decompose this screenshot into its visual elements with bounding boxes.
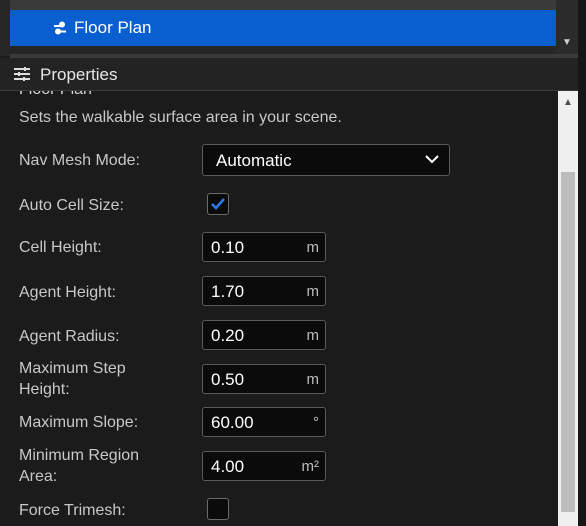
- chevron-down-icon: [425, 155, 439, 164]
- cell-height-input[interactable]: 0.10 m: [202, 232, 326, 262]
- agent-radius-input[interactable]: 0.20 m: [202, 320, 326, 350]
- properties-scrollbar[interactable]: ▲: [558, 91, 578, 526]
- force-trimesh-checkbox[interactable]: [207, 498, 229, 520]
- properties-title: Properties: [40, 65, 118, 84]
- checkmark-icon: [211, 198, 225, 210]
- outliner-scrollbar[interactable]: ▼: [556, 0, 578, 56]
- floor-plan-icon: [54, 21, 66, 35]
- agent-height-unit: m: [306, 283, 320, 300]
- cell-height-value: 0.10: [211, 238, 245, 257]
- min-region-area-label: Minimum Region Area:: [19, 445, 139, 487]
- agent-height-label: Agent Height:: [19, 284, 116, 301]
- cell-height-unit: m: [306, 239, 320, 256]
- scrollbar-thumb[interactable]: [561, 172, 575, 512]
- outliner-item-floor-plan[interactable]: Floor Plan: [10, 10, 556, 46]
- agent-height-input[interactable]: 1.70 m: [202, 276, 326, 306]
- max-slope-value: 60.00: [211, 413, 254, 432]
- max-slope-label: Maximum Slope:: [19, 414, 139, 431]
- max-step-height-value: 0.50: [211, 370, 245, 389]
- max-slope-input[interactable]: 60.00 °: [202, 407, 326, 437]
- cell-height-label: Cell Height:: [19, 239, 102, 256]
- max-step-height-label-line1: Maximum Step: [19, 360, 126, 377]
- agent-radius-unit: m: [306, 327, 320, 344]
- auto-cell-size-label: Auto Cell Size:: [19, 197, 124, 214]
- agent-radius-value: 0.20: [211, 326, 245, 345]
- scroll-up-arrow-icon[interactable]: ▲: [563, 97, 573, 108]
- auto-cell-size-checkbox[interactable]: [207, 193, 229, 215]
- section-title: Floor Plan: [19, 91, 92, 99]
- nav-mesh-mode-label: Nav Mesh Mode:: [19, 152, 140, 169]
- max-step-height-label: Maximum Step Height:: [19, 358, 126, 400]
- max-step-height-unit: m: [306, 371, 320, 388]
- nav-mesh-mode-value: Automatic: [216, 151, 292, 170]
- max-step-height-label-line2: Height:: [19, 381, 70, 398]
- min-region-area-input[interactable]: 4.00 m²: [202, 451, 326, 481]
- properties-header: Properties: [0, 58, 586, 91]
- outliner-panel: Floor Plan ▼: [0, 0, 586, 56]
- section-description: Sets the walkable surface area in your s…: [19, 109, 342, 126]
- outliner-item-label: Floor Plan: [74, 18, 152, 37]
- sliders-icon: [14, 67, 30, 81]
- min-region-area-value: 4.00: [211, 457, 245, 476]
- min-region-area-label-line2: Area:: [19, 468, 58, 485]
- agent-radius-label: Agent Radius:: [19, 328, 120, 345]
- outliner-row-above: [10, 0, 556, 10]
- properties-content: Floor Plan Sets the walkable surface are…: [0, 91, 558, 526]
- min-region-area-unit: m²: [301, 458, 320, 475]
- max-slope-unit: °: [313, 414, 319, 431]
- scroll-down-arrow-icon[interactable]: ▼: [562, 37, 572, 48]
- max-step-height-input[interactable]: 0.50 m: [202, 364, 326, 394]
- window-edge: [578, 0, 586, 526]
- min-region-area-label-line1: Minimum Region: [19, 447, 140, 464]
- nav-mesh-mode-select[interactable]: Automatic: [202, 144, 450, 176]
- agent-height-value: 1.70: [211, 282, 245, 301]
- force-trimesh-label: Force Trimesh:: [19, 502, 126, 519]
